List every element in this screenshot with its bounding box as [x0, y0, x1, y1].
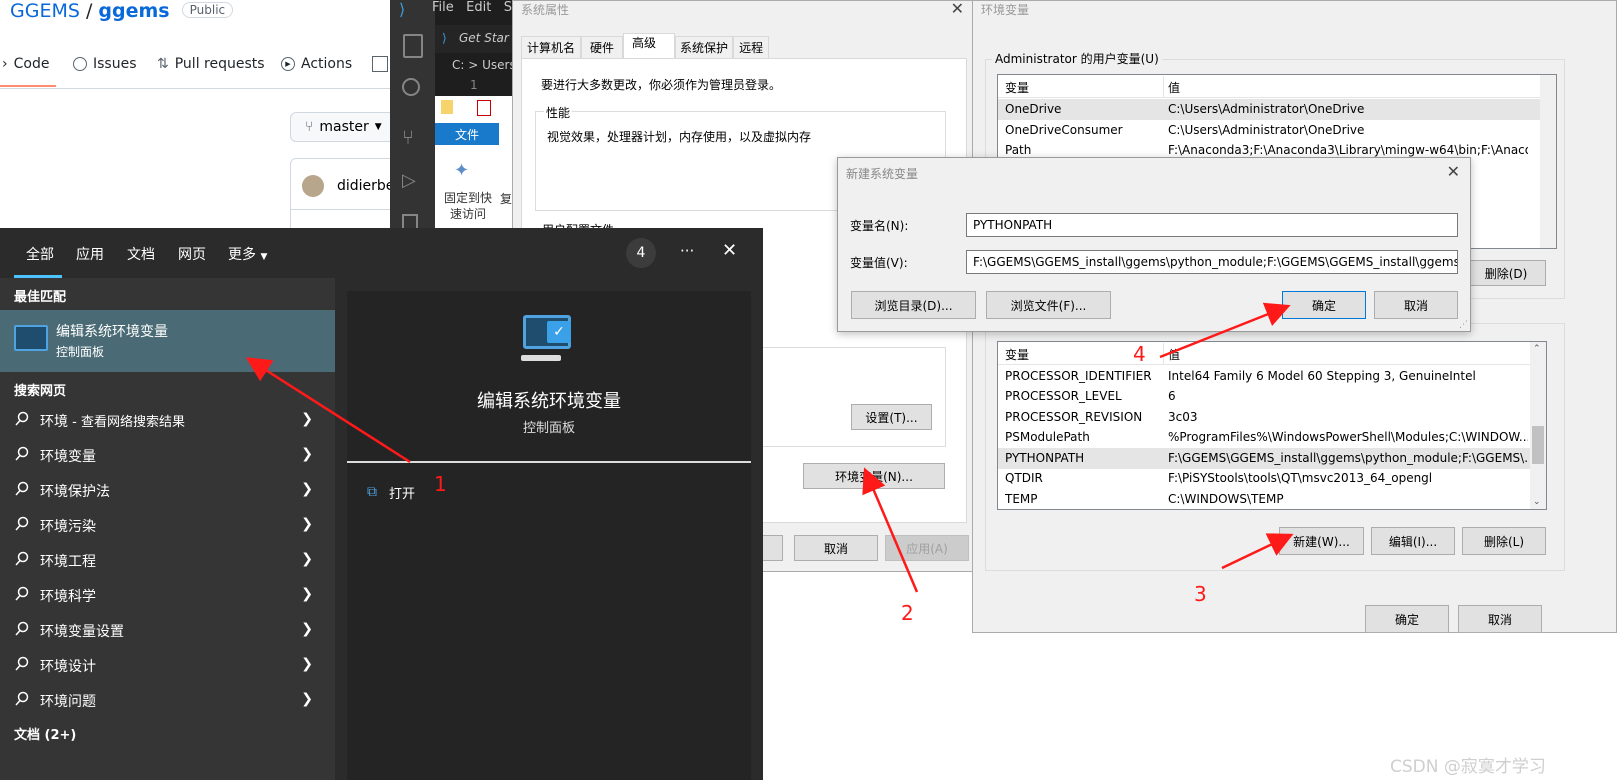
annotation-arrows — [245, 302, 1294, 593]
arrow-to-new-button — [1221, 533, 1294, 570]
annotation-step-2: 2 — [901, 601, 914, 625]
arrow-to-best-match — [245, 357, 411, 464]
arrow-to-env-button — [862, 467, 919, 593]
annotation-step-3: 3 — [1194, 582, 1207, 606]
arrow-to-ok-button — [1159, 302, 1291, 359]
annotation-step-4: 4 — [1133, 342, 1146, 366]
annotation-step-1: 1 — [434, 472, 447, 496]
watermark: CSDN @寂寞才学习 — [1390, 757, 1546, 777]
